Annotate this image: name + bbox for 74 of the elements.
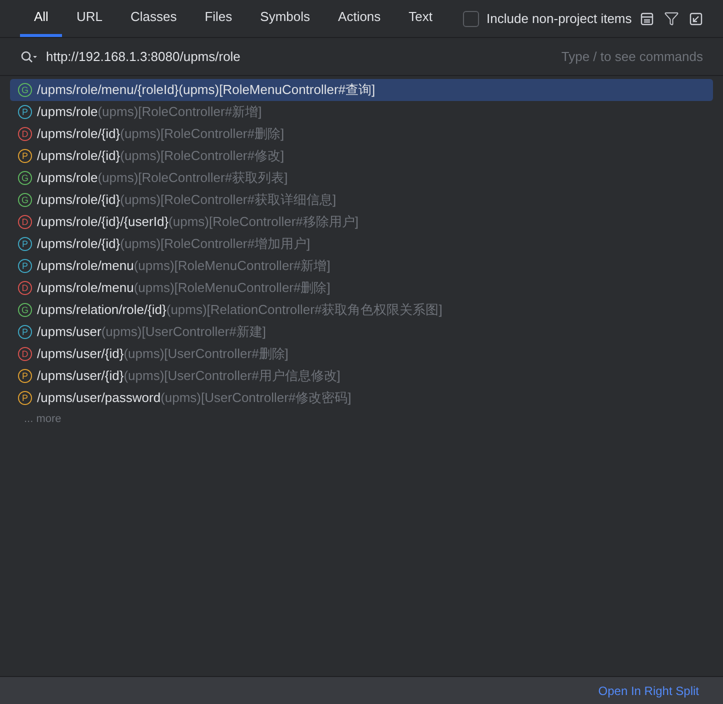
method-badge: P [18,105,32,119]
method-badge: G [18,171,32,185]
endpoint-path: /upms/role/{id} [37,125,120,144]
method-badge: D [18,281,32,295]
result-item[interactable]: D /upms/role/{id}(upms)[RoleController#删除] [10,123,713,145]
endpoint-detail: (upms)[RoleController#删除] [120,125,284,144]
method-badge: D [18,215,32,229]
tab[interactable]: URL [62,0,116,37]
result-item[interactable]: D /upms/role/menu(upms)[RoleMenuController#删除] [10,277,713,299]
method-badge: G [18,83,32,97]
tab[interactable]: Actions [324,0,395,37]
tab[interactable]: Classes [116,0,191,37]
endpoint-detail: (upms)[RoleController#修改] [120,147,284,166]
endpoint-detail: (upms)[UserController#修改密码] [160,389,352,408]
result-item[interactable]: D /upms/role/{id}/{userId}(upms)[RoleController#移除用户] [10,211,713,233]
result-item[interactable]: P /upms/role(upms)[RoleController#新增] [10,101,713,123]
endpoint-path: /upms/role [37,169,98,188]
endpoint-path: /upms/relation/role/{id} [37,301,166,320]
result-item[interactable]: P /upms/user/password(upms)[UserController#修改密码] [10,387,713,409]
endpoint-detail: (upms)[RoleMenuController#新增] [134,257,330,276]
endpoint-detail: (upms)[RoleController#新增] [98,103,262,122]
endpoint-detail: (upms)[RoleMenuController#查询] [178,81,376,100]
result-item[interactable]: D /upms/user/{id}(upms)[UserController#删除] [10,343,713,365]
endpoint-path: /upms/role/{id} [37,147,120,166]
result-item[interactable]: P /upms/role/menu(upms)[RoleMenuController#新增] [10,255,713,277]
endpoint-detail: (upms)[RelationController#获取角色权限关系图] [166,301,442,320]
search-icon[interactable] [20,50,38,64]
method-badge: D [18,127,32,141]
method-badge: P [18,325,32,339]
result-item[interactable]: P /upms/user(upms)[UserController#新建] [10,321,713,343]
endpoint-path: /upms/role/menu [37,257,134,276]
endpoint-detail: (upms)[RoleMenuController#删除] [134,279,330,298]
method-badge: P [18,259,32,273]
endpoint-detail: (upms)[UserController#用户信息修改] [124,367,340,386]
preview-icon[interactable] [640,12,654,26]
method-badge: D [18,347,32,361]
result-item[interactable]: G /upms/role(upms)[RoleController#获取列表] [10,167,713,189]
endpoint-detail: (upms)[UserController#新建] [101,323,266,342]
collapse-icon[interactable] [689,12,703,26]
endpoint-detail: (upms)[RoleController#获取列表] [98,169,288,188]
method-badge: P [18,149,32,163]
endpoint-path: /upms/role [37,103,98,122]
result-item[interactable]: P /upms/user/{id}(upms)[UserController#用户信息修改] [10,365,713,387]
method-badge: P [18,237,32,251]
endpoint-path: /upms/role/menu [37,279,134,298]
method-badge: G [18,303,32,317]
checkbox[interactable] [462,10,479,26]
tab[interactable]: Symbols [246,0,324,37]
tab[interactable]: Files [190,0,246,37]
tab[interactable]: Text [394,0,447,37]
checkbox-label: Include non-project items [486,10,632,28]
endpoint-path: /upms/user [37,323,102,342]
result-item[interactable]: G /upms/relation/role/{id}(upms)[RelationController#获取角色权限关系图] [10,299,713,321]
endpoint-detail: (upms)[RoleController#移除用户] [168,213,359,232]
method-badge: G [18,193,32,207]
result-item[interactable]: G /upms/role/{id}(upms)[RoleController#获取详细信息] [10,189,713,211]
endpoint-detail: (upms)[RoleController#获取详细信息] [120,191,336,210]
filter-icon[interactable] [664,11,679,26]
endpoint-detail: (upms)[UserController#删除] [124,345,288,364]
endpoint-path: /upms/user/password [37,389,161,408]
search-field[interactable]: http://192.168.1.3:8080/upms/role [46,46,554,66]
endpoint-path: /upms/user/{id} [37,367,124,386]
result-item[interactable]: P /upms/role/{id}(upms)[RoleController#增加用户] [10,233,713,255]
search-hint: Type / to see commands [561,48,703,66]
endpoint-path: /upms/user/{id} [37,345,124,364]
method-badge: P [18,369,32,383]
result-item[interactable]: P /upms/role/{id}(upms)[RoleController#修改] [10,145,713,167]
endpoint-detail: (upms)[RoleController#增加用户] [120,235,310,254]
result-item[interactable]: G /upms/role/menu/{roleId}(upms)[RoleMenuController#查询] [10,79,713,101]
endpoint-path: /upms/role/{id} [37,191,120,210]
method-badge: P [18,391,32,405]
endpoint-path: /upms/role/menu/{roleId} [37,81,179,100]
endpoint-path: /upms/role/{id} [37,235,120,254]
endpoint-path: /upms/role/{id}/{userId} [37,213,169,232]
